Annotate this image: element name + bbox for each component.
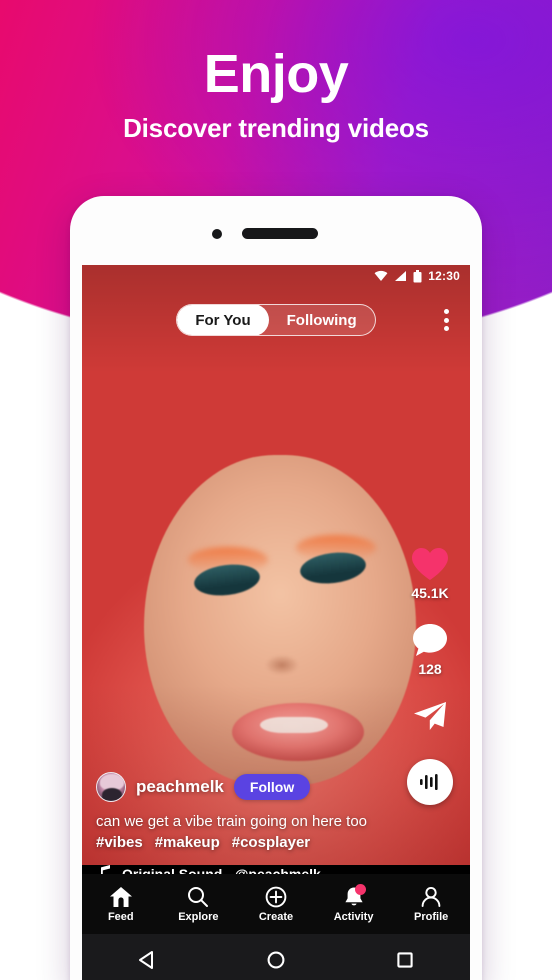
hashtag-cosplayer[interactable]: #cosplayer	[232, 834, 310, 851]
home-icon	[109, 886, 132, 907]
feed-tab-pill: For You Following	[176, 304, 376, 336]
system-recents-button[interactable]	[341, 949, 470, 971]
system-navigation-bar	[82, 934, 470, 980]
person-icon	[421, 886, 441, 907]
earpiece-speaker	[242, 228, 318, 239]
post-info-overlay: peachmelk Follow can we get a vibe train…	[96, 771, 396, 882]
post-hashtag-row: #vibes #makeup #cosplayer	[96, 834, 396, 851]
status-time: 12:30	[428, 269, 460, 283]
phone-screen: 12:30 For You Following 45.1K 128 peachm…	[82, 265, 470, 980]
hashtag-vibes[interactable]: #vibes	[96, 834, 143, 851]
kebab-dot	[443, 317, 449, 323]
system-home-button[interactable]	[211, 949, 340, 971]
nav-label-feed: Feed	[107, 910, 134, 923]
tab-for-you[interactable]: For You	[177, 305, 269, 335]
search-icon	[188, 886, 209, 907]
nav-item-create[interactable]: Create	[237, 886, 315, 923]
comment-icon	[413, 624, 447, 656]
nav-item-explore[interactable]: Explore	[160, 886, 238, 923]
kebab-menu-icon[interactable]	[436, 309, 456, 331]
recents-square-icon	[397, 952, 413, 968]
action-rail: 45.1K 128	[398, 547, 462, 805]
audio-wave-icon	[420, 774, 438, 790]
send-icon	[414, 702, 446, 730]
avatar[interactable]	[96, 771, 126, 802]
kebab-dot	[443, 309, 449, 314]
nav-item-activity[interactable]: Activity	[315, 883, 393, 923]
post-username[interactable]: peachmelk	[136, 777, 224, 797]
like-count: 45.1K	[411, 585, 449, 601]
nav-label-create: Create	[258, 910, 294, 923]
kebab-dot	[443, 326, 449, 331]
signal-icon	[395, 271, 407, 281]
headline-block: Enjoy Discover trending videos	[0, 46, 552, 144]
bottom-navigation: Feed Explore Create Activity Profile	[82, 874, 470, 934]
page-title: Enjoy	[203, 44, 349, 104]
nav-label-activity: Activity	[333, 910, 374, 923]
like-button[interactable]: 45.1K	[411, 547, 449, 601]
nav-label-explore: Explore	[178, 910, 219, 923]
front-camera-icon	[212, 229, 222, 239]
nav-item-profile[interactable]: Profile	[392, 886, 470, 923]
wifi-icon	[374, 270, 388, 281]
post-caption: can we get a vibe train going on here to…	[96, 812, 368, 830]
heart-icon	[412, 548, 448, 580]
audio-disc-button[interactable]	[407, 759, 453, 805]
avatar-body	[102, 787, 122, 801]
feed-tab-bar: For You Following	[82, 303, 470, 337]
phone-mockup: 12:30 For You Following 45.1K 128 peachm…	[70, 196, 482, 980]
status-bar: 12:30	[82, 265, 470, 287]
back-triangle-icon	[138, 951, 153, 969]
share-button[interactable]	[412, 699, 448, 733]
post-user-row: peachmelk Follow	[96, 771, 396, 802]
battery-icon	[413, 269, 422, 282]
activity-badge	[354, 883, 366, 895]
home-circle-icon	[267, 951, 285, 969]
plus-circle-icon	[265, 886, 287, 907]
tab-following[interactable]: Following	[269, 305, 375, 335]
comment-button[interactable]: 128	[412, 623, 448, 677]
system-back-button[interactable]	[82, 949, 211, 971]
nav-label-profile: Profile	[414, 910, 449, 923]
comment-count: 128	[418, 661, 442, 677]
hashtag-makeup[interactable]: #makeup	[155, 834, 220, 851]
follow-button[interactable]: Follow	[233, 773, 311, 800]
nav-item-feed[interactable]: Feed	[82, 886, 160, 923]
page-subtitle: Discover trending videos	[123, 112, 429, 143]
